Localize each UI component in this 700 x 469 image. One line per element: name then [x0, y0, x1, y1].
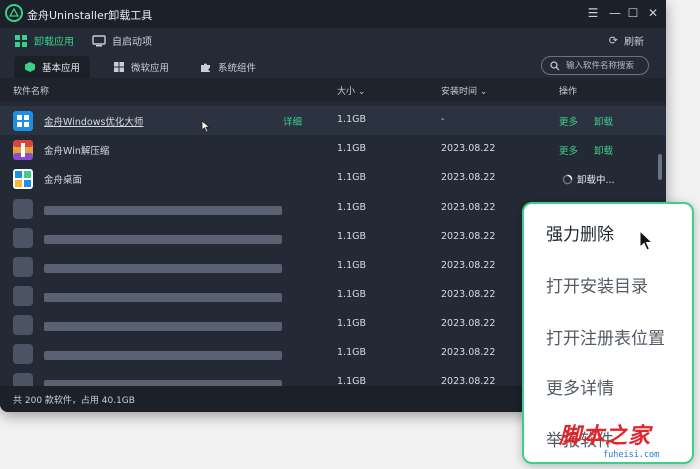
tab-basic-apps[interactable]: 基本应用 [14, 56, 91, 78]
chevron-down-icon: ⌄ [357, 87, 366, 97]
tab-system-components-label: 系统组件 [218, 63, 257, 74]
app-date: 2023.08.22 [441, 347, 496, 358]
app-size: 1.1GB [337, 347, 366, 358]
app-date: 2023.08.22 [441, 289, 496, 300]
placeholder-app-icon [13, 199, 33, 219]
tab-microsoft-apps-label: 微软应用 [131, 63, 170, 74]
startup-items-nav[interactable]: 自启动项 [92, 33, 152, 48]
app-date: 2023.08.22 [441, 318, 496, 329]
search-icon [550, 60, 560, 70]
refresh-label: 刷新 [624, 37, 644, 48]
col-size[interactable]: 大小 ⌄ [337, 84, 365, 97]
placeholder-app-icon [13, 257, 33, 277]
startup-items-label: 自启动项 [112, 37, 152, 48]
table-header: 软件名称 大小 ⌄ 安装时间 ⌄ 操作 [0, 78, 666, 102]
minimize-button[interactable]: — [607, 5, 623, 21]
tab-microsoft-apps[interactable]: 微软应用 [103, 56, 179, 78]
col-install-time[interactable]: 安装时间 ⌄ [441, 84, 487, 97]
placeholder-app-icon [13, 315, 33, 335]
app-size: 1.1GB [337, 114, 366, 125]
uninstall-button[interactable]: 卸载 [594, 143, 613, 157]
search-input[interactable] [566, 60, 646, 71]
menu-item-force-delete[interactable]: 强力删除 [546, 220, 614, 245]
uninstall-button[interactable]: 卸载 [594, 114, 613, 128]
app-size: 1.1GB [337, 231, 366, 242]
placeholder-name-bar [44, 322, 282, 331]
uninstall-apps-label: 卸载应用 [34, 37, 74, 48]
app-size: 1.1GB [337, 143, 366, 154]
archive-app-icon [13, 140, 33, 160]
tab-basic-apps-label: 基本应用 [42, 63, 81, 74]
placeholder-app-icon [13, 286, 33, 306]
app-date: 2023.08.22 [441, 260, 496, 271]
search-box[interactable] [541, 56, 649, 75]
app-size: 1.1GB [337, 376, 366, 386]
uninstall-apps-nav[interactable]: 卸载应用 [14, 33, 74, 48]
app-date: 2023.08.22 [441, 143, 496, 154]
menu-item-open-registry[interactable]: 打开注册表位置 [546, 324, 665, 349]
windows-optimizer-app-icon [13, 111, 33, 131]
placeholder-name-bar [44, 235, 282, 244]
app-date: 2023.08.22 [441, 202, 496, 213]
title-bar: 金舟Uninstaller卸载工具 ☰ — ☐ ✕ [0, 0, 666, 28]
table-row[interactable]: 金舟Windows优化大师 详细 1.1GB - 更多 卸载 [0, 106, 666, 135]
col-name[interactable]: 软件名称 [13, 84, 49, 97]
desktop-app-icon [13, 169, 33, 189]
window-title: 金舟Uninstaller卸载工具 [27, 9, 153, 22]
detail-link[interactable]: 详细 [283, 114, 302, 128]
app-name[interactable]: 金舟Win解压缩 [44, 143, 109, 157]
placeholder-name-bar [44, 293, 282, 302]
placeholder-app-icon [13, 228, 33, 248]
uninstalling-status: 卸载中... [562, 172, 615, 186]
placeholder-name-bar [44, 206, 282, 215]
spinner-icon [562, 174, 573, 184]
app-name[interactable]: 金舟Windows优化大师 [44, 114, 143, 128]
maximize-button[interactable]: ☐ [625, 5, 641, 21]
monitor-icon [92, 34, 106, 46]
placeholder-app-icon [13, 344, 33, 364]
tab-system-components[interactable]: 系统组件 [190, 56, 266, 78]
app-date: 2023.08.22 [441, 231, 496, 242]
table-row[interactable]: 金舟Win解压缩 1.1GB 2023.08.22 更多 卸载 [0, 135, 666, 164]
placeholder-app-icon [13, 373, 33, 386]
app-logo-icon [5, 4, 23, 22]
app-size: 1.1GB [337, 260, 366, 271]
app-size: 1.1GB [337, 289, 366, 300]
scrollbar-thumb[interactable] [658, 154, 662, 180]
menu-icon[interactable]: ☰ [585, 5, 601, 21]
watermark-logo: 脚本之家 [559, 418, 651, 450]
placeholder-name-bar [44, 264, 282, 273]
app-name[interactable]: 金舟桌面 [44, 172, 82, 186]
app-date: - [441, 114, 445, 125]
watermark-text: 脚本之家 [559, 423, 652, 449]
summary-text: 共 200 款软件，占用 40.1GB [13, 396, 135, 406]
uninstalling-label: 卸载中... [577, 175, 615, 186]
table-row[interactable]: 金舟桌面 1.1GB 2023.08.22 卸载中... [0, 164, 666, 193]
app-size: 1.1GB [337, 202, 366, 213]
col-actions: 操作 [559, 87, 578, 97]
mouse-cursor-icon [201, 120, 211, 133]
close-button[interactable]: ✕ [645, 5, 661, 21]
app-size: 1.1GB [337, 172, 366, 183]
more-button[interactable]: 更多 [559, 114, 578, 128]
app-date: 2023.08.22 [441, 376, 496, 386]
app-date: 2023.08.22 [441, 172, 496, 183]
site-watermark: 脚本之家 fuheisi.com [555, 418, 700, 468]
refresh-icon: ⟳ [608, 34, 618, 47]
placeholder-name-bar [44, 351, 282, 360]
menu-item-more-details[interactable]: 更多详情 [546, 374, 614, 399]
watermark-url: fuheisi.com [603, 450, 660, 460]
top-nav: 卸载应用 自启动项 ⟳ 刷新 [0, 28, 666, 54]
refresh-button[interactable]: ⟳ 刷新 [609, 33, 644, 48]
more-button[interactable]: 更多 [559, 143, 578, 157]
apps-grid-icon [15, 34, 27, 47]
puzzle-icon [201, 63, 210, 72]
chevron-down-icon: ⌄ [479, 87, 488, 97]
menu-item-open-install-dir[interactable]: 打开安装目录 [546, 272, 648, 297]
cube-icon [25, 62, 35, 72]
windows-icon [114, 62, 124, 72]
mouse-cursor-icon [639, 230, 653, 251]
app-size: 1.1GB [337, 318, 366, 329]
